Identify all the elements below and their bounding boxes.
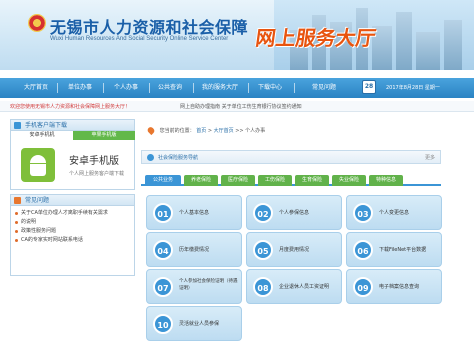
tile-label: 个人基本信息 bbox=[179, 210, 210, 216]
site-header: 无锡市人力资源和社会保障 Wuxi Human Resources And So… bbox=[0, 0, 474, 70]
announcement-ticker: 欢迎您使用无锡市人力资源和社会保障网上服务大厅！ 网上自助办理指南 关于单位工伤… bbox=[0, 101, 474, 112]
tile-number-icon: 04 bbox=[153, 240, 173, 260]
nav-download-center[interactable]: 下载中心 bbox=[258, 78, 282, 98]
faq-panel: 常见问题 关于CA单位办理人才离职手续有关需求 的说明 政策性服务问题 CA的专… bbox=[10, 194, 135, 276]
nav-home[interactable]: 大厅首页 bbox=[24, 78, 48, 98]
left-sidebar: 手机客户端下载 安卓手机机 苹果手机版 安卓手机版 个人网上服务客户端下载 常见… bbox=[10, 119, 135, 276]
faq-item[interactable]: 政策性服务问题 bbox=[15, 227, 130, 236]
tab-injury[interactable]: 工伤保险 bbox=[258, 175, 292, 186]
breadcrumb-current: >> 个人办事 bbox=[235, 128, 266, 134]
phone-icon bbox=[14, 122, 21, 129]
notice-links[interactable]: 网上自助办理指南 关于单位工伤生育银行协议签约通知 bbox=[180, 103, 302, 110]
service-tile[interactable]: 08 企业退休人员工资证明 bbox=[246, 269, 342, 304]
tile-number-icon: 08 bbox=[253, 277, 273, 297]
tile-label: 个人参保信息 bbox=[279, 210, 310, 216]
breadcrumb: 您当前的位置： 首页 > 大厅首页 >> 个人办事 bbox=[146, 125, 266, 136]
service-tile[interactable]: 02 个人参保信息 bbox=[246, 195, 342, 230]
tile-number-icon: 03 bbox=[353, 203, 373, 223]
nav-divider bbox=[294, 83, 295, 93]
service-tile[interactable]: 03 个人变更信息 bbox=[346, 195, 442, 230]
tile-label: 历年缴费情况 bbox=[179, 247, 210, 253]
nav-divider bbox=[248, 83, 249, 93]
tile-label: 下载FileNet平台数据 bbox=[379, 247, 427, 253]
category-tabs: 公共业务 养老保险 医疗保险 工伤保险 生育保险 失业保险 特种信息 bbox=[141, 175, 441, 186]
faq-header: 常见问题 bbox=[10, 194, 135, 206]
question-icon bbox=[14, 197, 21, 204]
more-link[interactable]: 更多 bbox=[425, 154, 435, 161]
service-nav-title: 社会保险服务导航 bbox=[158, 155, 199, 161]
tile-number-icon: 10 bbox=[153, 314, 173, 334]
tile-number-icon: 05 bbox=[253, 240, 273, 260]
android-icon bbox=[21, 148, 55, 182]
nav-unit-affairs[interactable]: 单位办事 bbox=[68, 78, 92, 98]
service-tile[interactable]: 09 电子档案信息查询 bbox=[346, 269, 442, 304]
current-date: 2017年8月28日 星期一 bbox=[386, 85, 440, 91]
site-title: 无锡市人力资源和社会保障 bbox=[50, 18, 249, 37]
nav-personal-affairs[interactable]: 个人办事 bbox=[114, 78, 138, 98]
building-image bbox=[396, 12, 412, 70]
tab-maternity[interactable]: 生育保险 bbox=[295, 175, 329, 186]
location-pin-icon bbox=[146, 125, 156, 136]
tab-medical[interactable]: 医疗保险 bbox=[221, 175, 255, 186]
service-tile[interactable]: 01 个人基本信息 bbox=[146, 195, 242, 230]
service-tile[interactable]: 07 个人参加社会保险证明（待遇证明） bbox=[146, 269, 242, 304]
faq-list: 关于CA单位办理人才离职手续有关需求 的说明 政策性服务问题 CA的专家实时网站… bbox=[10, 206, 135, 276]
tile-number-icon: 06 bbox=[353, 240, 373, 260]
tile-label: 企业退休人员工资证明 bbox=[279, 284, 330, 290]
tile-number-icon: 01 bbox=[153, 203, 173, 223]
tab-public[interactable]: 公共业务 bbox=[145, 175, 181, 186]
site-subtitle: Wuxi Human Resources And Social Security… bbox=[50, 36, 229, 42]
tab-iphone[interactable]: 苹果手机版 bbox=[73, 131, 135, 140]
calendar-icon: 28 bbox=[362, 80, 376, 94]
service-tile[interactable]: 06 下载FileNet平台数据 bbox=[346, 232, 442, 267]
android-subtitle: 个人网上服务客户端下载 bbox=[69, 171, 125, 177]
service-tile[interactable]: 05 月度费用情况 bbox=[246, 232, 342, 267]
nav-divider bbox=[149, 83, 150, 93]
building-image bbox=[444, 20, 462, 70]
breadcrumb-prefix: 您当前的位置： bbox=[159, 128, 195, 134]
faq-title: 常见问题 bbox=[25, 197, 50, 204]
breadcrumb-hall[interactable]: 大厅首页 bbox=[214, 128, 234, 134]
tile-number-icon: 02 bbox=[253, 203, 273, 223]
tab-special[interactable]: 特种信息 bbox=[369, 175, 403, 186]
breadcrumb-home[interactable]: 首页 bbox=[196, 128, 206, 134]
mobile-download-title: 手机客户端下载 bbox=[25, 122, 68, 129]
service-icon bbox=[147, 154, 154, 161]
nav-divider bbox=[103, 83, 104, 93]
tab-pension[interactable]: 养老保险 bbox=[184, 175, 218, 186]
nav-divider bbox=[193, 83, 194, 93]
service-nav-header: 社会保险服务导航 更多 bbox=[141, 150, 441, 164]
mobile-tabs: 安卓手机机 苹果手机版 bbox=[10, 131, 135, 140]
service-tile[interactable]: 10 灵活就业人员参保 bbox=[146, 306, 242, 341]
building-image bbox=[416, 32, 440, 70]
nav-my-hall[interactable]: 我的服务大厅 bbox=[202, 78, 238, 98]
tab-unemployment[interactable]: 失业保险 bbox=[332, 175, 366, 186]
faq-item[interactable]: 关于CA单位办理人才离职手续有关需求 bbox=[15, 209, 130, 218]
tile-label: 月度费用情况 bbox=[279, 247, 310, 253]
android-title: 安卓手机版 bbox=[69, 156, 119, 167]
welcome-message: 欢迎您使用无锡市人力资源和社会保障网上服务大厅！ bbox=[10, 104, 131, 110]
service-hall-badge: 网上服务大厅 bbox=[254, 26, 378, 50]
emblem-logo bbox=[28, 14, 46, 32]
android-download-box[interactable]: 安卓手机版 个人网上服务客户端下载 bbox=[10, 140, 135, 190]
tile-label: 个人变更信息 bbox=[379, 210, 410, 216]
tile-label: 电子档案信息查询 bbox=[379, 284, 420, 290]
tile-number-icon: 07 bbox=[153, 277, 173, 297]
faq-item[interactable]: 的说明 bbox=[15, 218, 130, 227]
tile-number-icon: 09 bbox=[353, 277, 373, 297]
tab-android-phone[interactable]: 安卓手机机 bbox=[11, 131, 73, 140]
service-tile[interactable]: 04 历年缴费情况 bbox=[146, 232, 242, 267]
tile-label: 个人参加社会保险证明（待遇证明） bbox=[179, 279, 238, 291]
mobile-download-header: 手机客户端下载 bbox=[10, 119, 135, 131]
tile-label: 灵活就业人员参保 bbox=[179, 321, 220, 327]
nav-divider bbox=[57, 83, 58, 93]
nav-faq[interactable]: 常见问题 bbox=[312, 78, 336, 98]
faq-item[interactable]: CA的专家实时网站联系电话 bbox=[15, 236, 130, 245]
nav-public-query[interactable]: 公共查询 bbox=[158, 78, 182, 98]
